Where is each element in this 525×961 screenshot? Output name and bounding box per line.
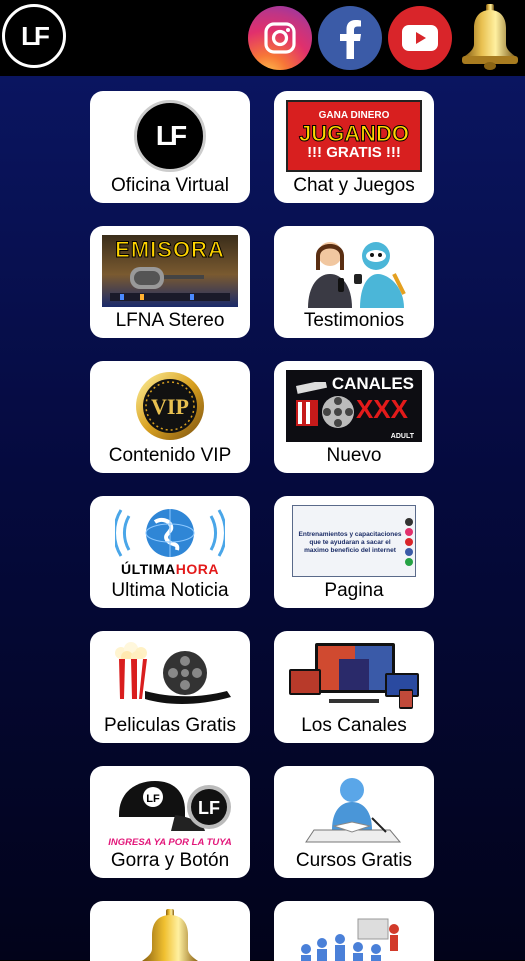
notification-button[interactable] <box>458 2 522 72</box>
app-logo[interactable]: LF <box>2 4 66 68</box>
facebook-icon <box>340 20 361 59</box>
tile-art: EMISORA <box>102 234 238 308</box>
tile-contenido-vip[interactable]: VIP Contenido VIP <box>90 361 250 473</box>
tile-art: GANA DINERO JUGANDO !!! GRATIS !!! <box>286 99 422 173</box>
tile-label: Ultima Noticia <box>111 580 229 601</box>
testimonial-people-icon <box>308 242 406 308</box>
canales-xxx-banner: CANALES XXX ADULT <box>286 370 422 442</box>
tile-ultima-noticia[interactable]: ÚLTIMAHORA Ultima Noticia <box>90 496 250 608</box>
tile-art <box>286 909 422 961</box>
popcorn-film-icon <box>115 642 231 704</box>
student-desk-icon <box>305 778 402 843</box>
website-social-icons <box>405 518 413 566</box>
classroom-people-icon <box>301 918 399 961</box>
tile-art: LF LF INGRESA YA POR LA TUYA <box>102 774 238 848</box>
ultima-hora-globe-icon <box>115 508 225 557</box>
tile-label: Chat y Juegos <box>293 175 415 196</box>
top-bar: LF <box>0 0 525 76</box>
tile-oficina-virtual[interactable]: LF Oficina Virtual <box>90 91 250 203</box>
youtube-button[interactable] <box>388 6 452 70</box>
tile-art: Entrenamientos y capacitaciones que te a… <box>286 504 422 578</box>
website-screenshot: Entrenamientos y capacitaciones que te a… <box>292 505 416 577</box>
bell-icon <box>142 909 198 961</box>
tile-art: CANALES XXX ADULT <box>286 369 422 443</box>
tile-label: Testimonios <box>303 310 405 331</box>
tile-label: Pagina <box>324 580 384 601</box>
svg-text:LF: LF <box>198 798 220 818</box>
tile-art: ÚLTIMAHORA <box>102 504 238 578</box>
app-logo-text: LF <box>21 20 50 51</box>
tile-label: Gorra y Botón <box>110 850 230 871</box>
facebook-button[interactable] <box>318 6 382 70</box>
tile-art <box>286 234 422 308</box>
tile-pagina[interactable]: Entrenamientos y capacitaciones que te a… <box>274 496 434 608</box>
emisora-radio-banner: EMISORA <box>102 235 238 307</box>
tile-art: LF <box>102 99 238 173</box>
instagram-icon <box>264 22 296 54</box>
tile-clases[interactable] <box>274 901 434 961</box>
tile-testimonios[interactable]: Testimonios <box>274 226 434 338</box>
tile-chat-juegos[interactable]: GANA DINERO JUGANDO !!! GRATIS !!! Chat … <box>274 91 434 203</box>
vip-badge-icon: VIP <box>136 372 204 440</box>
tile-label: Los Canales <box>301 715 407 736</box>
youtube-icon <box>402 25 438 51</box>
tile-label: Peliculas Gratis <box>104 715 236 736</box>
tile-lfna-stereo[interactable]: EMISORA LFNA Stereo <box>90 226 250 338</box>
lf-logo-icon: LF <box>134 100 206 172</box>
tile-art <box>102 639 238 713</box>
tv-devices-icon <box>289 643 419 709</box>
tile-art <box>286 639 422 713</box>
tile-peliculas-gratis[interactable]: Peliculas Gratis <box>90 631 250 743</box>
tile-notificaciones[interactable] <box>90 901 250 961</box>
tile-label: Oficina Virtual <box>111 175 229 196</box>
bell-icon <box>462 4 518 70</box>
ultima-hora-text: ÚLTIMAHORA <box>120 560 220 577</box>
gana-dinero-banner: GANA DINERO JUGANDO !!! GRATIS !!! <box>286 100 422 172</box>
svg-text:LF: LF <box>146 793 160 805</box>
tile-label: Cursos Gratis <box>295 850 413 871</box>
tile-nuevo[interactable]: CANALES XXX ADULT Nuevo <box>274 361 434 473</box>
microphone-icon <box>110 267 230 301</box>
tile-cursos-gratis[interactable]: Cursos Gratis <box>274 766 434 878</box>
tile-gorra-boton[interactable]: LF LF INGRESA YA POR LA TUYA Gorra y Bot… <box>90 766 250 878</box>
cap-button-icon: LF LF <box>119 780 231 831</box>
tile-label: Contenido VIP <box>108 445 232 466</box>
instagram-button[interactable] <box>248 6 312 70</box>
tile-label: Nuevo <box>326 445 382 466</box>
tile-label: LFNA Stereo <box>115 310 225 331</box>
vip-text: VIP <box>151 394 189 419</box>
tile-art <box>102 909 238 961</box>
tile-los-canales[interactable]: Los Canales <box>274 631 434 743</box>
tile-art <box>286 774 422 848</box>
cap-promo-text: INGRESA YA POR LA TUYA <box>108 836 232 848</box>
tile-art: VIP <box>102 369 238 443</box>
menu-grid: LF Oficina Virtual GANA DINERO JUGANDO !… <box>0 76 525 961</box>
